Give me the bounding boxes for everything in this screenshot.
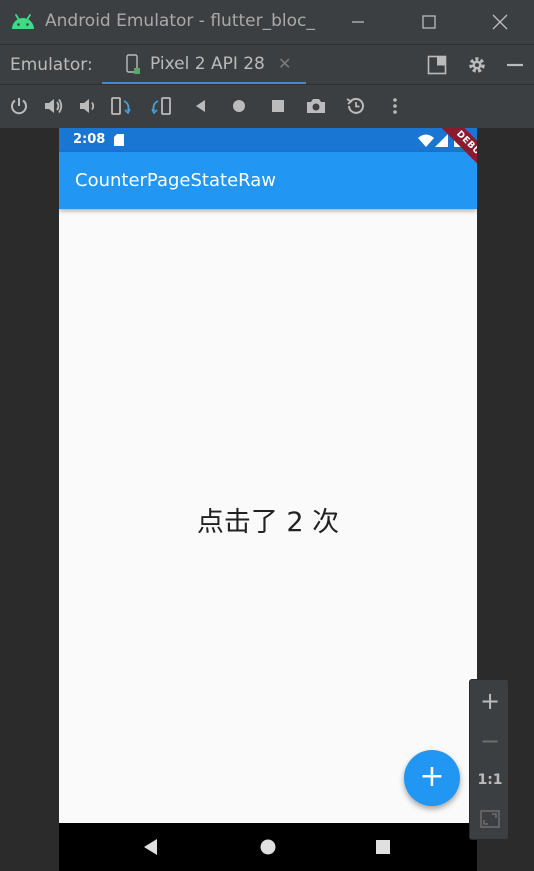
actual-size-button[interactable]: 1:1 — [470, 760, 510, 800]
window-title: Android Emulator - flutter_bloc_ — [45, 11, 315, 31]
tab-pixel-2[interactable]: Pixel 2 API 28 ✕ — [102, 45, 306, 85]
device-icon — [126, 54, 140, 74]
back-icon[interactable] — [190, 95, 212, 117]
zoom-in-button[interactable]: + — [470, 681, 510, 721]
signal-icon — [435, 134, 448, 147]
wifi-icon — [418, 134, 434, 147]
volume-up-icon[interactable] — [42, 95, 64, 117]
maximize-button[interactable] — [409, 8, 449, 36]
status-time: 2:08 — [73, 132, 106, 147]
zoom-controls: + − 1:1 — [469, 679, 509, 840]
emulator-label: Emulator: — [10, 55, 93, 75]
hide-icon[interactable] — [505, 55, 525, 75]
emulator-tab-bar: Emulator: Pixel 2 API 28 ✕ — [0, 44, 534, 85]
snapshot-icon[interactable] — [345, 95, 367, 117]
maximize-icon — [422, 15, 436, 29]
screenshot-icon[interactable] — [305, 95, 327, 117]
device-screen[interactable]: 2:08 CounterPageStateRaw DEBUG 点击了 2 次 + — [59, 128, 477, 871]
page-title: CounterPageStateRaw — [75, 170, 277, 191]
rotate-left-icon[interactable] — [110, 95, 132, 117]
increment-fab-button[interactable]: + — [404, 750, 460, 806]
title-bar: Android Emulator - flutter_bloc_ — [0, 0, 534, 44]
nav-overview-icon[interactable] — [375, 839, 391, 855]
emulator-toolbar — [0, 84, 534, 128]
nav-home-icon[interactable] — [259, 838, 277, 856]
nav-back-icon[interactable] — [142, 838, 160, 856]
android-logo-icon — [12, 14, 34, 29]
power-icon[interactable] — [8, 95, 30, 117]
window-mode-icon[interactable] — [427, 55, 447, 75]
home-icon[interactable] — [228, 95, 250, 117]
rotate-right-icon[interactable] — [150, 95, 172, 117]
close-icon — [492, 14, 508, 30]
more-icon[interactable] — [384, 95, 406, 117]
status-bar: 2:08 — [59, 128, 477, 152]
overview-icon[interactable] — [267, 95, 289, 117]
fit-screen-icon — [480, 810, 500, 828]
gear-icon[interactable] — [466, 54, 488, 76]
system-nav-bar — [59, 823, 477, 871]
close-window-button[interactable] — [480, 8, 520, 36]
counter-text: 点击了 2 次 — [196, 507, 340, 538]
volume-down-icon[interactable] — [76, 95, 98, 117]
minimize-icon — [352, 21, 364, 23]
tab-label: Pixel 2 API 28 — [150, 54, 265, 74]
minimize-button[interactable] — [338, 8, 378, 36]
app-bar: CounterPageStateRaw — [59, 152, 477, 209]
tab-close-icon[interactable]: ✕ — [278, 54, 291, 73]
zoom-out-button[interactable]: − — [470, 721, 510, 761]
fit-screen-button[interactable] — [470, 799, 510, 839]
sd-card-icon — [114, 134, 124, 146]
